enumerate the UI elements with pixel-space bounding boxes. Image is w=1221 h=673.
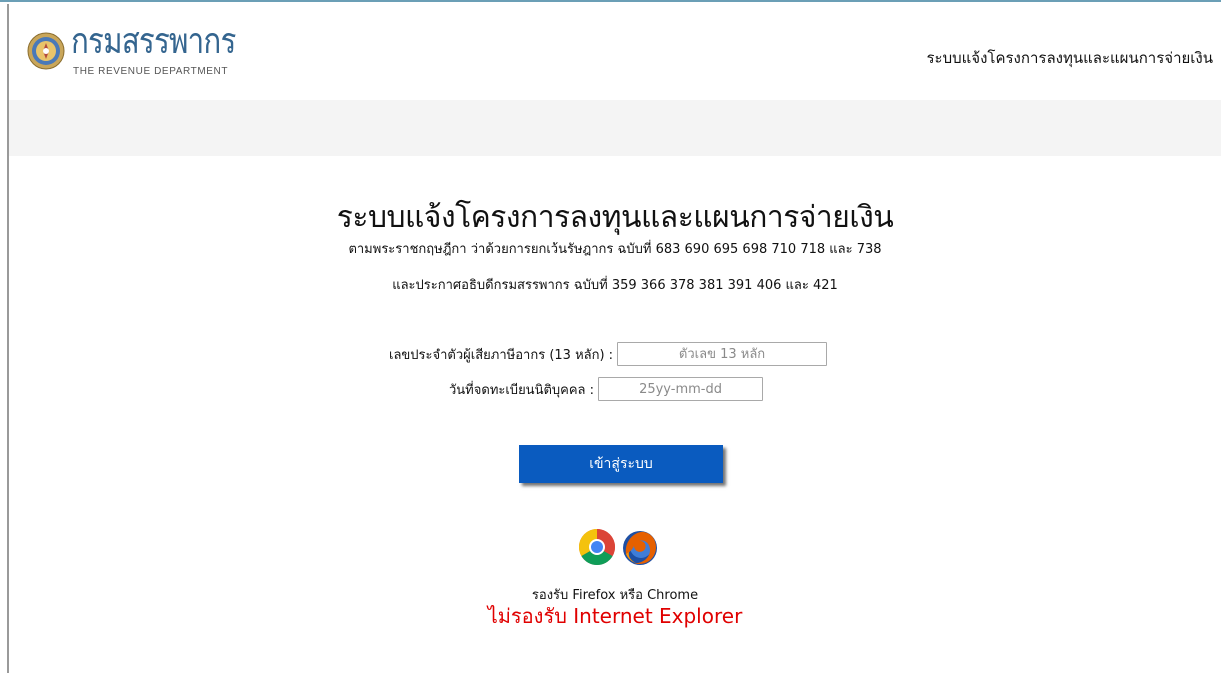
browser-icons bbox=[578, 528, 660, 568]
page: กรมสรรพากร THE REVENUE DEPARTMENT ระบบแจ… bbox=[0, 0, 1221, 673]
main-content: ระบบแจ้งโครงการลงทุนและแผนการจ่ายเงิน ตา… bbox=[9, 156, 1221, 673]
tax-id-row: เลขประจำตัวผู้เสียภาษีอากร (13 หลัก) : bbox=[389, 342, 828, 366]
reg-date-label: วันที่จดทะเบียนนิติบุคคล : bbox=[449, 382, 595, 398]
subtitle-announcement: และประกาศอธิบดีกรมสรรพากร ฉบับที่ 359 36… bbox=[392, 278, 838, 293]
header: กรมสรรพากร THE REVENUE DEPARTMENT ระบบแจ… bbox=[9, 2, 1221, 100]
reg-date-row: วันที่จดทะเบียนนิติบุคคล : bbox=[449, 377, 764, 401]
ie-not-supported-warning: ไม่รองรับ Internet Explorer bbox=[487, 604, 743, 628]
tax-id-input[interactable] bbox=[617, 342, 828, 366]
firefox-icon bbox=[623, 531, 657, 565]
reg-date-input[interactable] bbox=[598, 377, 764, 401]
subtitle-decree: ตามพระราชกฤษฎีกา ว่าด้วยการยกเว้นรัษฎากร… bbox=[348, 242, 882, 257]
header-system-title: ระบบแจ้งโครงการลงทุนและแผนการจ่ายเงิน bbox=[926, 49, 1213, 67]
tax-id-label: เลขประจำตัวผู้เสียภาษีอากร (13 หลัก) : bbox=[389, 347, 614, 363]
logo-subtext: THE REVENUE DEPARTMENT bbox=[73, 66, 229, 77]
login-button[interactable]: เข้าสู่ระบบ bbox=[519, 445, 723, 483]
page-title: ระบบแจ้งโครงการลงทุนและแผนการจ่ายเงิน bbox=[336, 200, 894, 235]
header-band bbox=[9, 100, 1221, 156]
chrome-icon bbox=[578, 529, 616, 566]
revenue-department-emblem-icon bbox=[27, 32, 65, 70]
logo-text: กรมสรรพากร bbox=[71, 21, 236, 62]
